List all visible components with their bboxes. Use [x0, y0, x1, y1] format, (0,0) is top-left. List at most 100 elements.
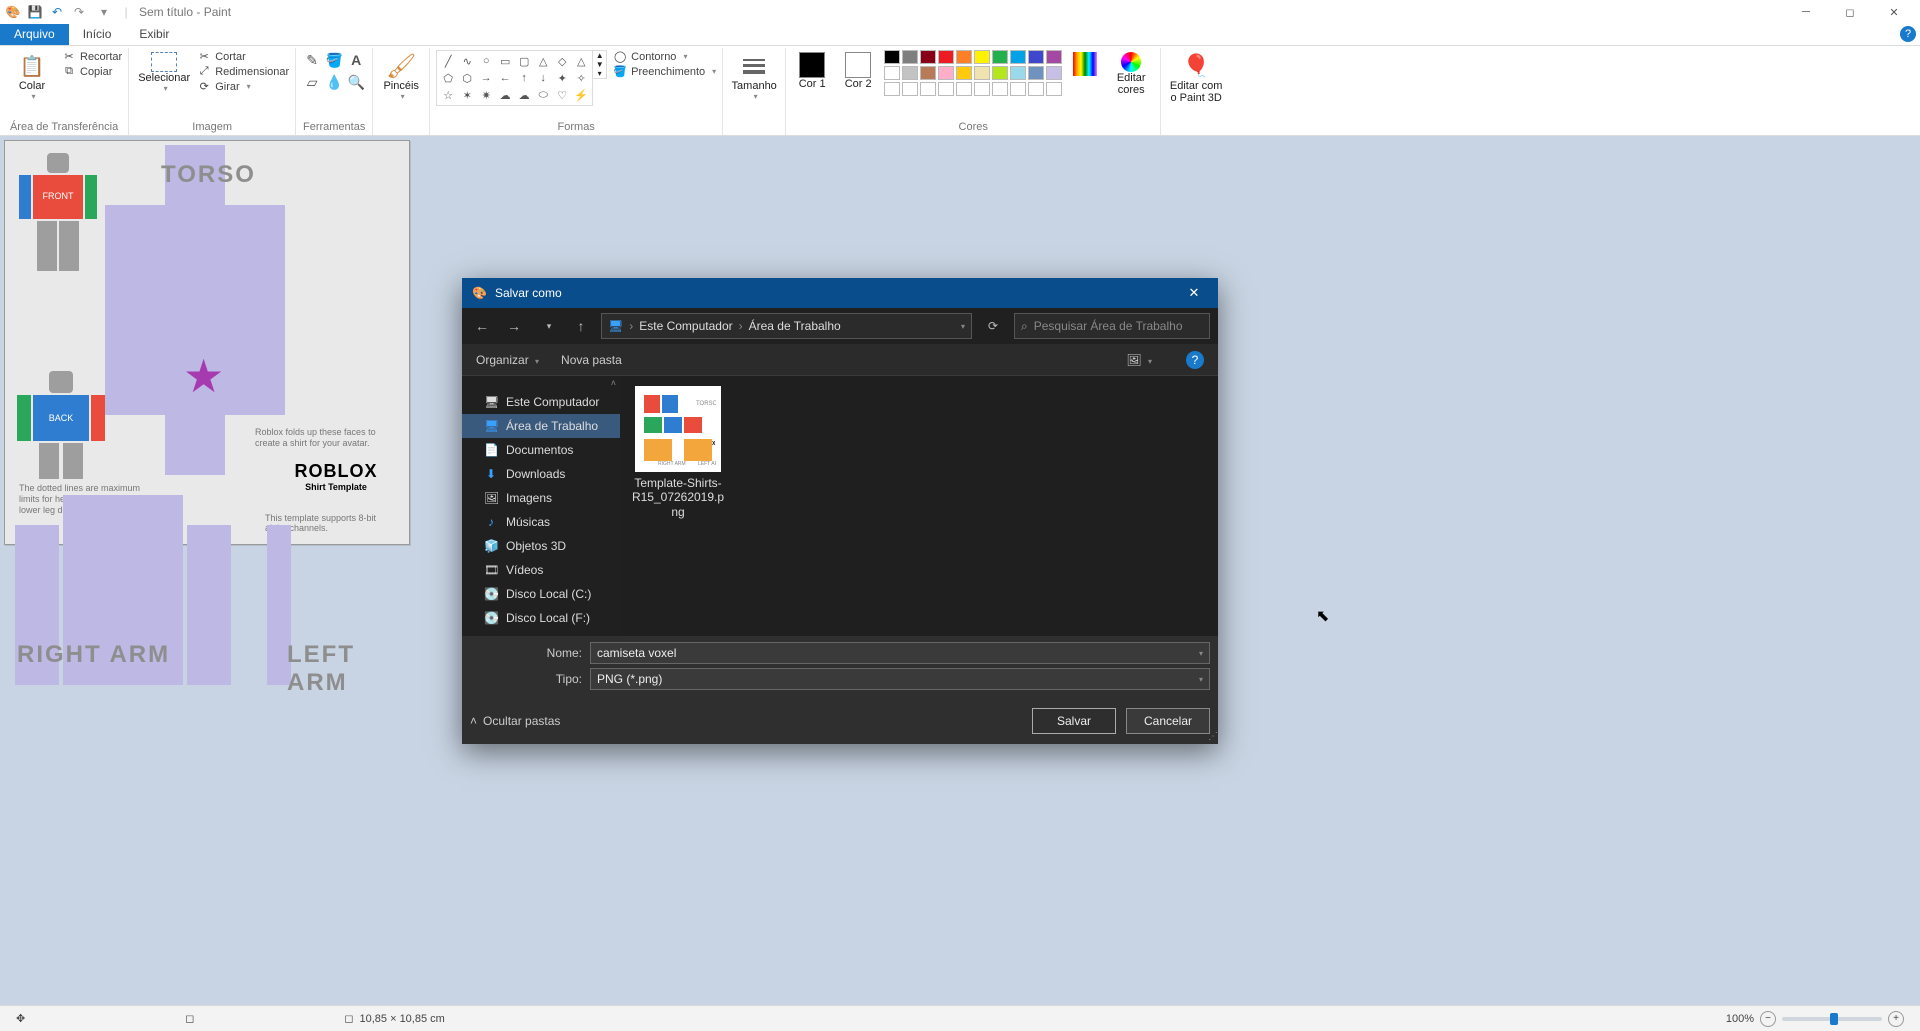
- qat-customize-icon[interactable]: ▾: [95, 3, 113, 21]
- text-tool-icon[interactable]: A: [346, 50, 366, 70]
- color-swatch[interactable]: [920, 66, 936, 80]
- nav-back-icon[interactable]: ←: [470, 314, 494, 338]
- color-swatch[interactable]: [938, 66, 954, 80]
- file-view[interactable]: TORSO ROBLOX RIGHT ARM LEFT ARM: [620, 376, 1218, 636]
- tree-objects3d[interactable]: 🧊Objetos 3D: [462, 534, 620, 558]
- help-icon[interactable]: ?: [1900, 26, 1916, 42]
- color-swatch[interactable]: [974, 50, 990, 64]
- color-swatch[interactable]: [1046, 50, 1062, 64]
- outline-button[interactable]: ◯Contorno▾: [613, 50, 716, 63]
- rainbow-button[interactable]: [1068, 50, 1102, 76]
- tree-documents[interactable]: 📄Documentos: [462, 438, 620, 462]
- shapes-up-icon[interactable]: ▲: [593, 51, 606, 60]
- save-button[interactable]: Salvar: [1032, 708, 1116, 734]
- tree-desktop[interactable]: 🖥Área de Trabalho: [462, 414, 620, 438]
- filetype-select[interactable]: PNG (*.png) ▾: [590, 668, 1210, 690]
- copy-button[interactable]: ⧉Copiar: [62, 65, 122, 78]
- tree-this-pc[interactable]: 🖥Este Computador: [462, 390, 620, 414]
- color-swatch[interactable]: [884, 50, 900, 64]
- color-swatch[interactable]: [974, 66, 990, 80]
- resize-grip-icon[interactable]: ⋰: [1208, 731, 1216, 742]
- shapes-more-icon[interactable]: ▾: [593, 69, 606, 78]
- pencil-tool-icon[interactable]: ✎: [302, 50, 322, 70]
- canvas-area[interactable]: TORSO ★ Roblox folds up these faces to c…: [0, 136, 1920, 1005]
- paste-button[interactable]: 📋 Colar ▾: [6, 50, 58, 101]
- color-swatch[interactable]: [1028, 66, 1044, 80]
- tab-file[interactable]: Arquivo: [0, 24, 69, 45]
- tab-home[interactable]: Início: [69, 24, 126, 45]
- close-button[interactable]: ✕: [1872, 0, 1916, 24]
- color-swatch[interactable]: [956, 66, 972, 80]
- address-dropdown-icon[interactable]: ▾: [961, 322, 965, 331]
- filetype-dropdown-icon[interactable]: ▾: [1199, 675, 1203, 684]
- size-button[interactable]: Tamanho ▾: [729, 50, 779, 101]
- hide-folders-button[interactable]: ˄ Ocultar pastas: [470, 714, 560, 728]
- filename-input[interactable]: camiseta voxel ▾: [590, 642, 1210, 664]
- maximize-button[interactable]: ◻: [1828, 0, 1872, 24]
- tree-downloads[interactable]: ⬇Downloads: [462, 462, 620, 486]
- crumb-desktop[interactable]: Área de Trabalho: [749, 319, 841, 333]
- search-input[interactable]: ⌕ Pesquisar Área de Trabalho: [1014, 313, 1210, 339]
- crop-button[interactable]: ✂Cortar: [197, 50, 289, 63]
- tree-collapse-icon[interactable]: ˄: [462, 376, 620, 390]
- dialog-close-button[interactable]: ✕: [1180, 279, 1208, 307]
- shapes-down-icon[interactable]: ▼: [593, 60, 606, 69]
- palette-row-custom[interactable]: [884, 82, 1062, 96]
- view-mode-button[interactable]: 🖼 ▾: [1126, 353, 1152, 367]
- paint3d-button[interactable]: 🎈 Editar com o Paint 3D: [1167, 50, 1225, 104]
- rotate-button[interactable]: ⟳Girar▾: [197, 80, 289, 93]
- zoom-slider[interactable]: [1782, 1017, 1882, 1021]
- color-swatch[interactable]: [1010, 66, 1026, 80]
- qat-redo-icon[interactable]: ↷: [70, 3, 88, 21]
- color-swatch[interactable]: [1028, 50, 1044, 64]
- color-swatch[interactable]: [992, 50, 1008, 64]
- edit-colors-button[interactable]: Editar cores: [1108, 50, 1154, 96]
- cut-button[interactable]: ✂Recortar: [62, 50, 122, 63]
- color-swatch[interactable]: [1046, 66, 1062, 80]
- palette-row-bottom[interactable]: [884, 66, 1062, 80]
- color-swatch[interactable]: [884, 66, 900, 80]
- nav-history-icon[interactable]: ▾: [537, 314, 561, 338]
- cancel-button[interactable]: Cancelar: [1126, 708, 1210, 734]
- dialog-titlebar[interactable]: 🎨 Salvar como ✕: [462, 278, 1218, 308]
- folder-tree[interactable]: ˄ 🖥Este Computador 🖥Área de Trabalho 📄Do…: [462, 376, 620, 636]
- shapes-gallery[interactable]: ╱∿○▭▢△◇△ ⬠⬡→←↑↓✦✧ ☆✶✷☁☁⬭♡⚡: [436, 50, 593, 106]
- eraser-tool-icon[interactable]: ▱: [302, 72, 322, 92]
- qat-save-icon[interactable]: 💾: [26, 3, 44, 21]
- tree-music[interactable]: ♪Músicas: [462, 510, 620, 534]
- crumb-pc[interactable]: Este Computador: [639, 319, 732, 333]
- magnifier-tool-icon[interactable]: 🔍: [346, 72, 366, 92]
- zoom-in-button[interactable]: +: [1888, 1011, 1904, 1027]
- color-swatch[interactable]: [956, 50, 972, 64]
- address-bar[interactable]: 🖥 › Este Computador › Área de Trabalho ▾: [601, 313, 972, 339]
- dialog-help-icon[interactable]: ?: [1186, 351, 1204, 369]
- qat-undo-icon[interactable]: ↶: [48, 3, 66, 21]
- color-swatch[interactable]: [938, 50, 954, 64]
- filename-dropdown-icon[interactable]: ▾: [1199, 649, 1203, 658]
- tree-images[interactable]: 🖼Imagens: [462, 486, 620, 510]
- nav-forward-icon[interactable]: →: [502, 314, 526, 338]
- color2-button[interactable]: Cor 2: [838, 50, 878, 90]
- color-swatch[interactable]: [920, 50, 936, 64]
- canvas[interactable]: TORSO ★ Roblox folds up these faces to c…: [4, 140, 410, 545]
- color-swatch[interactable]: [902, 66, 918, 80]
- color-swatch[interactable]: [1010, 50, 1026, 64]
- fill-tool-icon[interactable]: 🪣: [324, 50, 344, 70]
- resize-button[interactable]: ⤢Redimensionar: [197, 65, 289, 78]
- nav-up-icon[interactable]: ↑: [569, 314, 593, 338]
- file-item[interactable]: TORSO ROBLOX RIGHT ARM LEFT ARM: [630, 386, 726, 519]
- palette-row-top[interactable]: [884, 50, 1062, 64]
- zoom-out-button[interactable]: −: [1760, 1011, 1776, 1027]
- picker-tool-icon[interactable]: 💧: [324, 72, 344, 92]
- color-swatch[interactable]: [992, 66, 1008, 80]
- color1-button[interactable]: Cor 1: [792, 50, 832, 90]
- brushes-button[interactable]: 🖌 Pincéis ▾: [379, 50, 423, 101]
- tree-disk-f[interactable]: 💽Disco Local (F:): [462, 606, 620, 630]
- refresh-icon[interactable]: ⟳: [980, 313, 1006, 339]
- color-swatch[interactable]: [902, 50, 918, 64]
- tree-videos[interactable]: 🎞Vídeos: [462, 558, 620, 582]
- select-button[interactable]: Selecionar ▾: [135, 50, 193, 93]
- new-folder-button[interactable]: Nova pasta: [561, 353, 622, 367]
- fill-button[interactable]: 🪣Preenchimento▾: [613, 65, 716, 78]
- organize-button[interactable]: Organizar ▾: [476, 353, 539, 367]
